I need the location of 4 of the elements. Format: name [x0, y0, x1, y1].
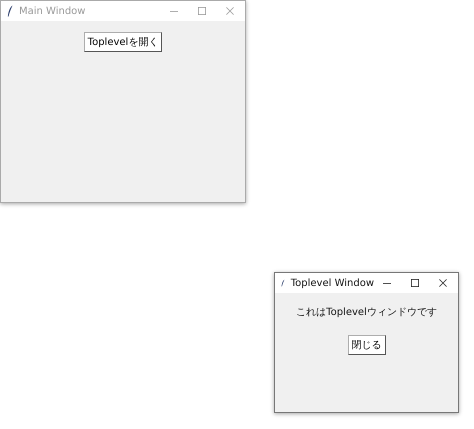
window-title: Main Window — [19, 6, 86, 16]
window-title: Toplevel Window — [290, 278, 374, 288]
message-text: これはToplevelウィンドウです — [296, 306, 437, 319]
window-button[interactable]: 閉じる — [348, 335, 386, 355]
